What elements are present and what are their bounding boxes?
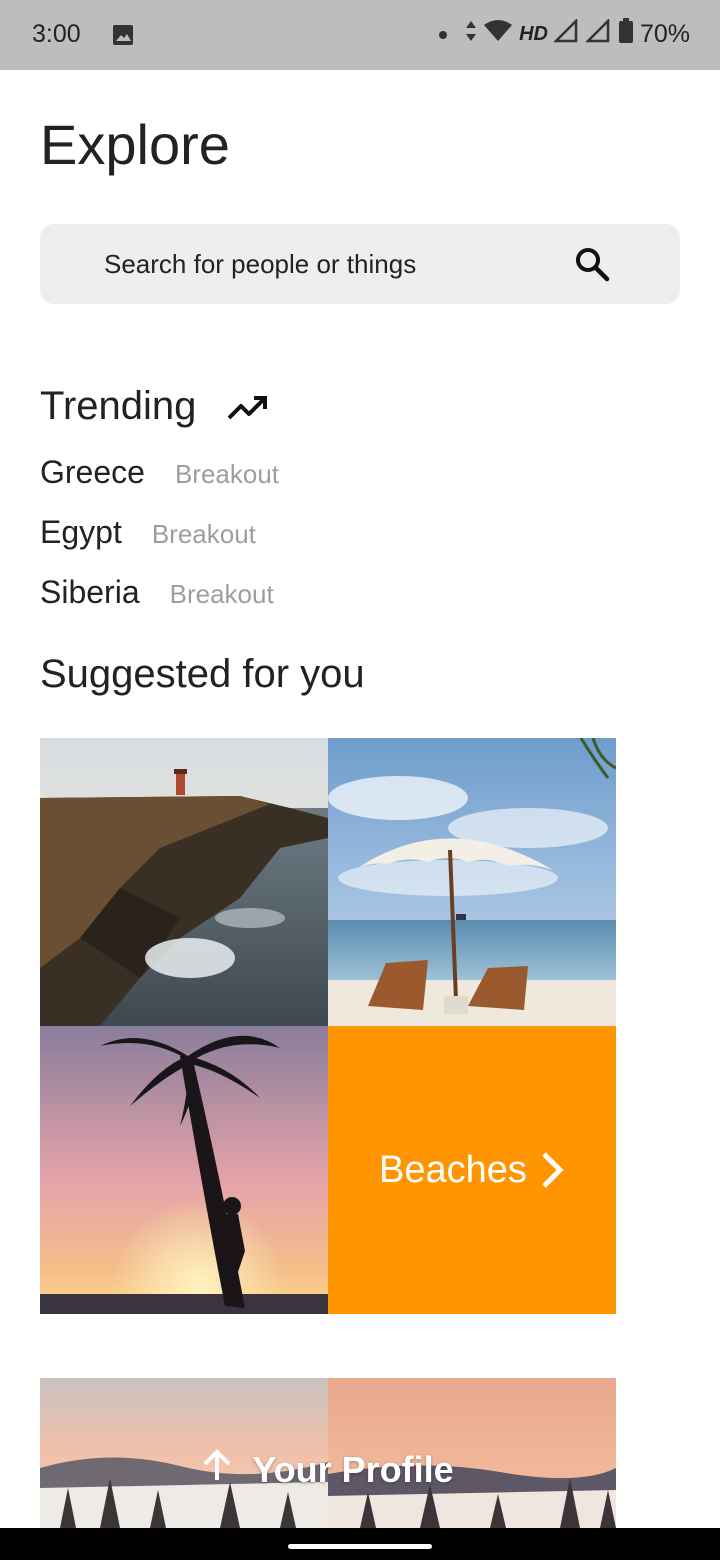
signal-icon-2 — [584, 17, 612, 50]
trending-item-name: Egypt — [40, 514, 122, 550]
status-indicators: HD 70% — [439, 17, 690, 51]
home-gesture-handle[interactable] — [288, 1544, 432, 1549]
beaches-category-button[interactable]: Beaches — [328, 1026, 616, 1314]
status-bar: 3:00 HD 70% — [0, 0, 720, 70]
network-type: HD — [519, 23, 548, 45]
wifi-icon — [483, 19, 513, 50]
trending-item[interactable]: Siberia Breakout — [40, 574, 274, 611]
data-arrows-icon — [465, 19, 477, 50]
trending-heading: Trending — [40, 384, 197, 428]
cliff-coast-photo[interactable] — [40, 738, 328, 1026]
suggested-grid: Beaches — [40, 738, 616, 1314]
notification-dot-icon — [439, 30, 448, 39]
status-time: 3:00 — [32, 20, 81, 48]
trending-item-tag: Breakout — [151, 519, 256, 549]
trending-item-tag: Breakout — [174, 459, 280, 489]
your-profile-label: Your Profile — [252, 1448, 454, 1490]
category-label: Beaches — [379, 1148, 527, 1191]
search-icon[interactable] — [572, 244, 612, 284]
gallery-notification-icon — [112, 24, 134, 51]
your-profile-link[interactable]: Your Profile — [40, 1448, 616, 1491]
system-nav-bar — [0, 1528, 720, 1560]
search-bar[interactable] — [40, 224, 680, 304]
battery-level: 70% — [639, 20, 690, 48]
suggested-heading: Suggested for you — [40, 652, 365, 696]
signal-icon — [552, 17, 580, 50]
chevron-right-icon — [539, 1150, 565, 1190]
page-title: Explore — [40, 113, 230, 176]
arrow-up-icon — [202, 1448, 232, 1491]
trending-up-icon — [226, 390, 270, 431]
trending-item-name: Greece — [40, 454, 145, 490]
trending-item-name: Siberia — [40, 574, 140, 610]
trending-item-tag: Breakout — [169, 579, 274, 609]
battery-icon — [618, 18, 634, 51]
trending-item[interactable]: Greece Breakout — [40, 454, 279, 491]
palm-sunset-photo[interactable] — [40, 1026, 328, 1314]
trending-item[interactable]: Egypt Breakout — [40, 514, 256, 551]
search-input[interactable] — [104, 248, 564, 280]
profile-grid[interactable]: Your Profile — [40, 1378, 616, 1528]
beach-umbrella-photo[interactable] — [328, 738, 616, 1026]
